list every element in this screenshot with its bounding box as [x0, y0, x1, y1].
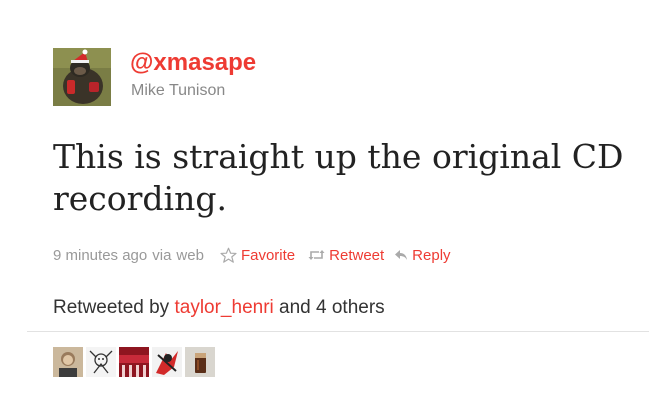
source-link[interactable]: web	[176, 247, 204, 264]
retweeter-avatars	[53, 347, 215, 377]
full-name: Mike Tunison	[131, 82, 226, 99]
retweeter-avatar[interactable]	[53, 347, 83, 377]
user-avatar[interactable]	[53, 48, 111, 106]
screen-name-link[interactable]: @xmasape	[130, 50, 256, 76]
reply-button[interactable]: Reply	[394, 246, 451, 264]
via-label: via	[152, 246, 172, 264]
reply-label: Reply	[412, 246, 451, 264]
favorite-label: Favorite	[240, 246, 296, 264]
retweeter-avatar[interactable]	[152, 347, 182, 377]
star-icon	[220, 247, 237, 264]
tweet-meta: 9 minutes ago via web Favorite Retweet R…	[53, 245, 451, 265]
retweet-button[interactable]: Retweet	[308, 247, 384, 264]
tweet-text: This is straight up the original CD reco…	[53, 137, 624, 218]
retweeter-avatar[interactable]	[86, 347, 116, 377]
retweeted-prefix: Retweeted by	[53, 297, 170, 318]
retweet-label: Retweet	[329, 246, 385, 264]
retweeted-suffix[interactable]: and 4 others	[279, 297, 385, 318]
retweeter-avatar[interactable]	[119, 347, 149, 377]
divider	[27, 331, 649, 332]
retweeted-by: Retweeted by taylor_henri and 4 others	[53, 297, 385, 319]
retweeter-avatar[interactable]	[185, 347, 215, 377]
timestamp-link[interactable]: 9 minutes ago	[53, 247, 147, 264]
favorite-button[interactable]: Favorite	[220, 247, 295, 264]
retweeter-link[interactable]: taylor_henri	[174, 297, 273, 318]
reply-icon	[394, 249, 408, 261]
retweet-icon	[308, 249, 325, 261]
